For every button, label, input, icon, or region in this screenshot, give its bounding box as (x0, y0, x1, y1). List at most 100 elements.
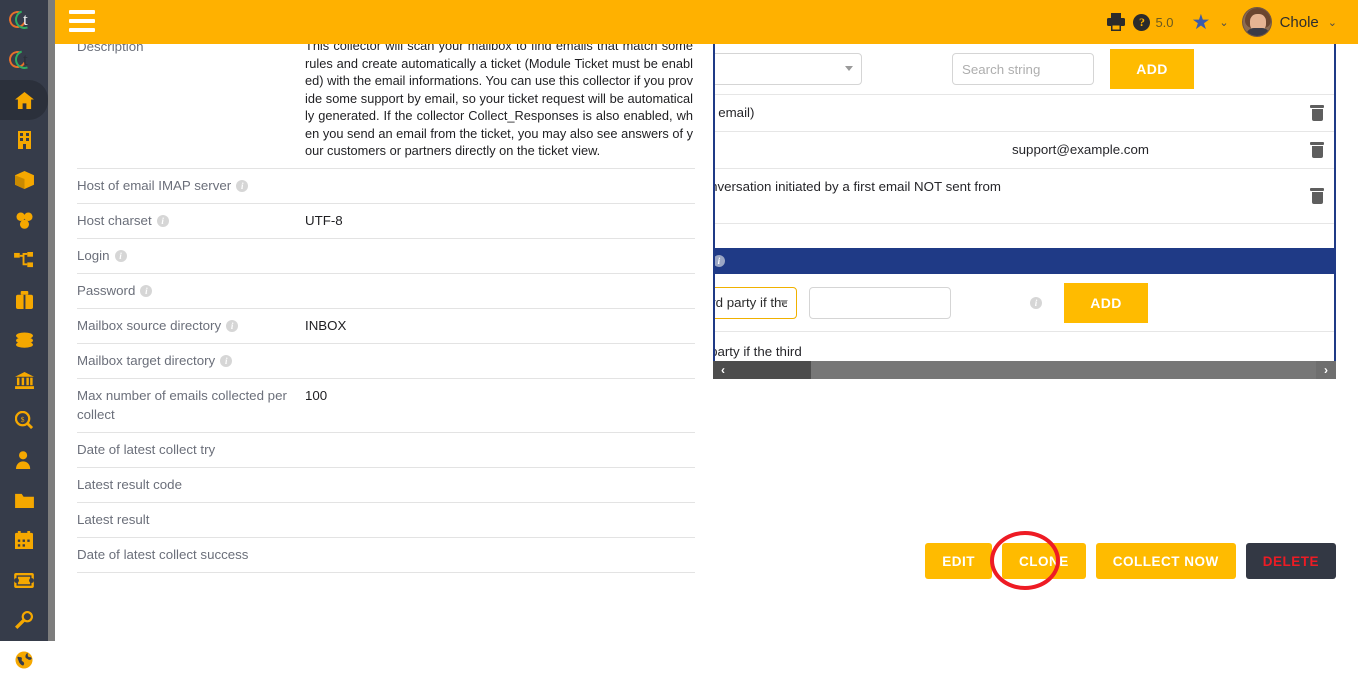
table-row: Mailbox target directory i (77, 343, 695, 378)
add-action-button[interactable]: ADD (1064, 282, 1148, 323)
detail-table-body: Description This collector will scan you… (77, 44, 695, 572)
detail-value (305, 432, 695, 467)
app-logo-primary[interactable]: t (0, 0, 48, 40)
sidebar-item-tools[interactable] (0, 600, 48, 640)
label-text: Description (77, 44, 144, 54)
label-text: Mailbox source directory (77, 317, 222, 333)
sidebar-item-company[interactable] (0, 120, 48, 160)
print-button[interactable] (1106, 12, 1133, 32)
edit-button[interactable]: EDIT (925, 543, 992, 579)
action-type-value: ket (linked to a third party if the thi.… (715, 295, 787, 310)
sidebar-item-tickets[interactable] (0, 560, 48, 600)
info-icon[interactable]: i (236, 179, 249, 192)
user-icon (15, 451, 33, 469)
label-text: Latest result (77, 511, 150, 527)
info-icon[interactable]: i (114, 249, 127, 262)
table-row: Password i (77, 273, 695, 308)
user-menu-chevron-down-icon[interactable]: ⌄ (1328, 16, 1337, 29)
sidebar-item-documents[interactable] (0, 480, 48, 520)
printer-icon (1106, 12, 1126, 32)
sitemap-icon (14, 251, 34, 269)
info-icon[interactable]: i (220, 354, 233, 367)
scroll-left-arrow-icon[interactable]: ‹ (713, 361, 733, 379)
delete-icon[interactable] (1310, 105, 1324, 121)
chevron-down-icon (780, 299, 788, 305)
horizontal-scrollbar[interactable]: ‹ › (713, 361, 1336, 379)
sidebar-item-accounting[interactable] (0, 360, 48, 400)
detail-value: INBOX (305, 317, 347, 333)
detail-label: Mailbox target directory i (77, 343, 305, 378)
info-icon[interactable]: i (226, 319, 239, 332)
search-string-input[interactable] (952, 53, 1094, 85)
app-logo-secondary[interactable]: t (0, 40, 48, 80)
globe-icon (15, 651, 33, 669)
favorite-button[interactable]: ★ (1192, 12, 1211, 33)
filter-type-select[interactable]: Sender (715, 53, 862, 85)
label-text: Password (77, 282, 136, 298)
detail-value (305, 273, 695, 308)
logo-letter: t (23, 10, 28, 29)
collect-now-button[interactable]: COLLECT NOW (1095, 543, 1236, 579)
info-icon[interactable]: i (140, 284, 153, 297)
detail-value: UTF-8 (305, 212, 343, 228)
info-icon[interactable]: i (156, 214, 169, 227)
help-button[interactable]: ? (1133, 13, 1151, 31)
sidebar-item-stock[interactable] (0, 200, 48, 240)
table-row: Host of email IMAP server i (77, 168, 695, 203)
sidebar-item-agenda[interactable] (0, 520, 48, 560)
filters-scroll-content: Sender ADD Is not answer (initial email)… (715, 44, 1334, 377)
sidebar-item-products[interactable] (0, 160, 48, 200)
scroll-right-arrow-icon[interactable]: › (1316, 361, 1336, 379)
filter-label: Receiver(s) (715, 141, 1012, 159)
collector-filters-pane: Sender ADD Is not answer (initial email)… (713, 44, 1336, 377)
logo-letter-alt: t (23, 50, 28, 69)
sidebar-item-workflow[interactable] (0, 240, 48, 280)
detail-value (305, 343, 695, 378)
detail-label: Login i (77, 238, 305, 273)
info-icon[interactable]: i (1030, 296, 1042, 309)
tactic-logo-icon-alt: t (6, 46, 39, 73)
table-row: Receiver(s) support@example.com (715, 132, 1334, 169)
building-icon (17, 131, 32, 149)
clone-button[interactable]: CLONE (1001, 543, 1086, 579)
scrollbar-track[interactable] (733, 361, 1316, 379)
delete-button[interactable]: DELETE (1245, 543, 1336, 579)
detail-label: Latest result code (77, 467, 305, 502)
actions-section-header: s to do by collector i (715, 248, 1334, 274)
hamburger-menu-icon[interactable] (69, 10, 95, 32)
sidebar-item-billing[interactable] (0, 320, 48, 360)
avatar[interactable] (1241, 7, 1272, 37)
detail-value (305, 168, 695, 203)
add-filter-button[interactable]: ADD (1110, 49, 1194, 89)
table-row: Is not answer (initial email) (715, 95, 1334, 132)
action-type-select[interactable]: ket (linked to a third party if the thi.… (715, 286, 797, 319)
collector-detail-table: Description This collector will scan you… (77, 44, 695, 573)
action-param-input[interactable] (809, 286, 951, 319)
chevron-down-icon[interactable]: ⌄ (1219, 16, 1228, 29)
sidebar-item-hr[interactable] (0, 440, 48, 480)
header-actions: ? 5.0 ★ ⌄ Chole ⌄ (1106, 0, 1350, 44)
info-icon[interactable]: i (715, 255, 725, 267)
detail-value: 100 (305, 387, 328, 403)
sidebar-item-home[interactable] (0, 80, 48, 120)
filter-add-form: Sender ADD (715, 44, 1334, 95)
action-add-form: ket (linked to a third party if the thi.… (715, 274, 1334, 332)
bank-icon (14, 371, 34, 389)
sidebar-item-audit[interactable]: $ (0, 400, 48, 440)
sidebar-item-website[interactable] (0, 640, 48, 680)
cubes-icon (15, 211, 34, 229)
coins-icon (15, 332, 34, 348)
sidebar-item-projects[interactable] (0, 280, 48, 320)
delete-icon[interactable] (1310, 188, 1324, 204)
table-row: Mailbox source directory i INBOX (77, 308, 695, 343)
question-circle-icon: ? (1133, 13, 1151, 31)
action-button-bar: EDIT CLONE COLLECT NOW DELETE (0, 542, 1358, 580)
scrollbar-thumb[interactable] (733, 361, 811, 379)
wrench-icon (15, 611, 33, 629)
calendar-icon (15, 531, 33, 549)
detail-label: Password i (77, 273, 305, 308)
detail-label: Host charset i (77, 203, 305, 238)
delete-icon[interactable] (1310, 142, 1324, 158)
filter-label: Message from a conversation initiated by… (715, 179, 1001, 194)
table-row: Latest result code (77, 467, 695, 502)
